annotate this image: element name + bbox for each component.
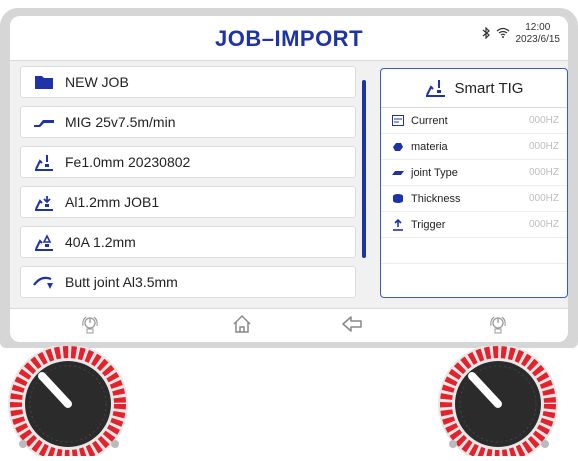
mig-torch-icon bbox=[33, 113, 55, 131]
left-knob-button[interactable] bbox=[76, 315, 104, 337]
param-row-thickness: Thickness 000HZ bbox=[381, 186, 567, 212]
job-label: Fe1.0mm 20230802 bbox=[65, 154, 191, 170]
wifi-icon bbox=[496, 27, 510, 41]
param-row-current: Current 000HZ bbox=[381, 108, 567, 134]
knob-icon bbox=[488, 314, 508, 339]
bottom-nav-bar bbox=[10, 308, 568, 342]
tig-process-icon bbox=[33, 153, 55, 171]
param-row-trigger: Trigger 000HZ bbox=[381, 212, 567, 238]
param-name: materia bbox=[411, 140, 448, 153]
scrollbar[interactable] bbox=[362, 80, 366, 258]
clock-date: 2023/6/15 bbox=[515, 34, 561, 45]
panel-header: Smart TIG bbox=[381, 69, 567, 108]
param-row-joint-type: joint Type 000HZ bbox=[381, 160, 567, 186]
param-value: 000HZ bbox=[528, 219, 559, 230]
current-icon bbox=[391, 115, 405, 127]
param-value: 000HZ bbox=[528, 167, 559, 178]
clock-time: 12:00 bbox=[525, 22, 551, 33]
right-knob-button[interactable] bbox=[484, 315, 512, 337]
param-name: Trigger bbox=[411, 218, 446, 231]
job-label: MIG 25v7.5m/min bbox=[65, 114, 176, 130]
knob-icon bbox=[80, 314, 100, 339]
job-item-40a[interactable]: 40A 1.2mm bbox=[20, 226, 356, 258]
thickness-icon bbox=[391, 193, 405, 205]
home-icon bbox=[232, 314, 252, 339]
job-item-butt-joint[interactable]: Butt joint Al3.5mm bbox=[20, 266, 356, 298]
tig-process-icon bbox=[33, 233, 55, 251]
job-label: Butt joint Al3.5mm bbox=[65, 274, 178, 290]
param-value: 000HZ bbox=[528, 141, 559, 152]
job-label: NEW JOB bbox=[65, 74, 129, 90]
home-button[interactable] bbox=[228, 314, 256, 339]
butt-joint-icon bbox=[33, 273, 55, 291]
job-label: Al1.2mm JOB1 bbox=[65, 194, 160, 210]
left-encoder-knob[interactable] bbox=[6, 344, 136, 461]
status-area: 12:00 2023/6/15 bbox=[482, 22, 561, 46]
job-detail-panel: Smart TIG Current 000HZ materia 000HZ jo… bbox=[380, 68, 568, 298]
job-item-al[interactable]: Al1.2mm JOB1 bbox=[20, 186, 356, 218]
back-button[interactable] bbox=[338, 315, 366, 337]
job-item-mig[interactable]: MIG 25v7.5m/min bbox=[20, 106, 356, 138]
header-bar: JOB–IMPORT 12:00 2023/6/15 bbox=[10, 16, 568, 61]
back-arrow-icon bbox=[341, 315, 363, 338]
smart-tig-icon bbox=[425, 79, 447, 97]
folder-icon bbox=[33, 73, 55, 91]
job-label: 40A 1.2mm bbox=[65, 234, 136, 250]
param-value: 000HZ bbox=[528, 115, 559, 126]
screen: JOB–IMPORT 12:00 2023/6/15 NEW JOB MIG 2… bbox=[10, 16, 568, 342]
param-name: Current bbox=[411, 114, 448, 127]
material-icon bbox=[391, 141, 405, 153]
param-name: Thickness bbox=[411, 192, 461, 205]
joint-type-icon bbox=[391, 167, 405, 179]
right-encoder-knob[interactable] bbox=[436, 344, 566, 461]
param-row-material: materia 000HZ bbox=[381, 134, 567, 160]
trigger-icon bbox=[391, 218, 405, 231]
param-row-empty bbox=[381, 238, 567, 264]
job-item-fe[interactable]: Fe1.0mm 20230802 bbox=[20, 146, 356, 178]
param-name: joint Type bbox=[411, 166, 458, 179]
bluetooth-icon bbox=[482, 26, 490, 42]
panel-title: Smart TIG bbox=[454, 79, 524, 97]
clock: 12:00 2023/6/15 bbox=[516, 22, 561, 46]
tig-process-icon bbox=[33, 193, 55, 211]
job-item-new-job[interactable]: NEW JOB bbox=[20, 66, 356, 98]
param-value: 000HZ bbox=[528, 193, 559, 204]
